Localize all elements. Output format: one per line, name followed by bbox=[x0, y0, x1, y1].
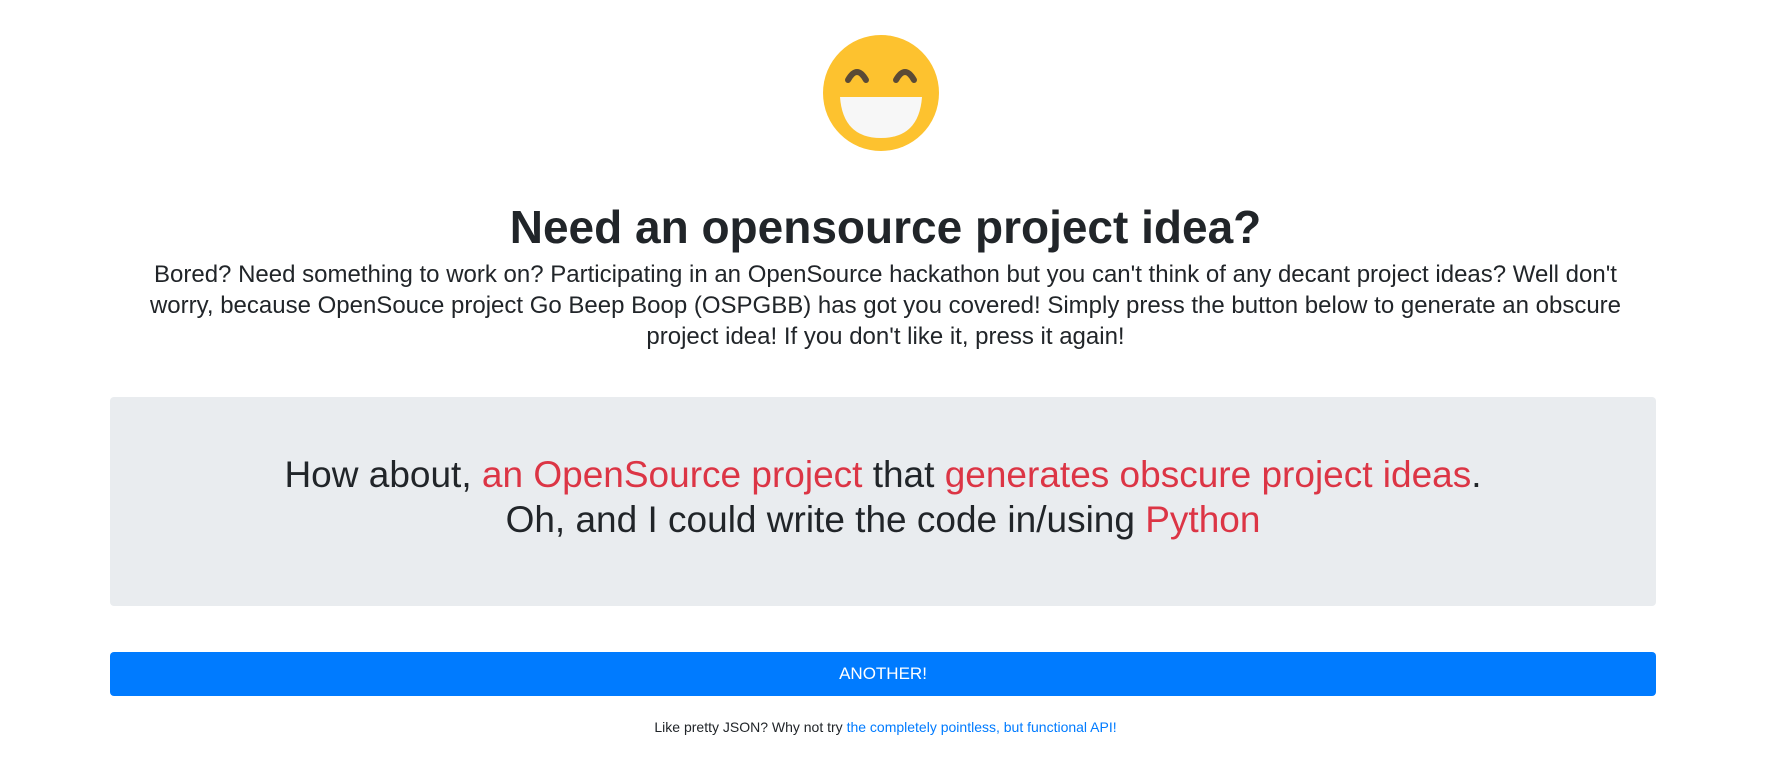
api-link[interactable]: the completely pointless, but functional… bbox=[847, 719, 1117, 735]
idea-language: Python bbox=[1145, 499, 1261, 540]
intro-text: Bored? Need something to work on? Partic… bbox=[149, 261, 1622, 350]
idea-card: How about, an OpenSource project that ge… bbox=[110, 397, 1656, 606]
idea-purpose: generates obscure project ideas bbox=[944, 454, 1472, 495]
footer: Like pretty JSON? Why not try the comple… bbox=[0, 717, 1771, 737]
idea-period: . bbox=[1471, 454, 1482, 495]
another-button[interactable]: ANOTHER! bbox=[110, 652, 1656, 696]
idea-text: How about, an OpenSource project that ge… bbox=[110, 452, 1656, 542]
page: Need an opensource project idea? Bored? … bbox=[0, 0, 1771, 776]
idea-connector: that bbox=[862, 454, 945, 495]
footer-text: Like pretty JSON? Why not try bbox=[654, 719, 847, 735]
page-title: Need an opensource project idea? bbox=[509, 201, 1262, 253]
grinning-face-icon bbox=[822, 34, 940, 152]
idea-prefix: How about, bbox=[284, 454, 482, 495]
idea-line2-prefix: Oh, and I could write the code in/using bbox=[505, 499, 1146, 540]
idea-subject: an OpenSource project bbox=[481, 454, 863, 495]
